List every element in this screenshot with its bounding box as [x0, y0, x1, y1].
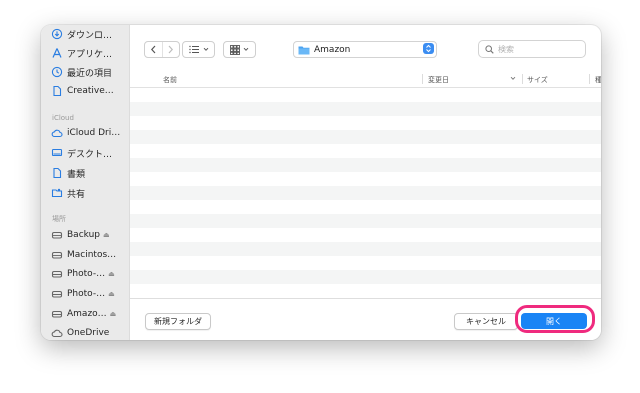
list-row	[130, 172, 601, 186]
list-row	[130, 130, 601, 144]
list-row	[130, 186, 601, 200]
sidebar-item-label: 最近の項目	[67, 68, 113, 79]
list-view-button[interactable]	[182, 41, 215, 58]
column-header: 名前 変更日 サイズ 種	[130, 71, 601, 88]
sidebar-item-label: Amazo…	[67, 309, 107, 319]
list-row	[130, 214, 601, 228]
list-row	[130, 116, 601, 130]
list-row	[130, 284, 601, 298]
sidebar-section-icloud: iCloud	[52, 114, 74, 122]
search-field[interactable]: 検索	[478, 40, 586, 58]
list-row	[130, 242, 601, 256]
column-size[interactable]: サイズ	[527, 75, 548, 85]
sidebar-item-label: Creative…	[67, 86, 114, 96]
folder-icon	[298, 45, 310, 55]
toolbar: Amazon 検索	[130, 25, 601, 71]
chevron-right-icon	[168, 45, 174, 54]
list-row	[130, 270, 601, 284]
sidebar-item-macintosh[interactable]: Macintos…	[51, 247, 129, 263]
drive-icon	[51, 249, 63, 261]
sidebar-item-amazon[interactable]: Amazo… ⏏	[51, 306, 129, 322]
grid-view-icon	[230, 44, 240, 55]
sidebar-item-creative[interactable]: Creative…	[51, 83, 129, 99]
shared-folder-icon	[51, 187, 63, 199]
drive-icon	[51, 268, 63, 280]
recents-clock-icon	[51, 66, 63, 78]
chevron-down-icon	[203, 47, 208, 51]
sidebar-item-label: Photo-…	[67, 289, 106, 299]
chevron-left-icon	[150, 45, 156, 54]
sidebar-item-shared[interactable]: 共有	[51, 185, 129, 201]
back-forward-group	[144, 41, 180, 58]
list-row	[130, 144, 601, 158]
column-separator[interactable]	[522, 74, 523, 84]
list-row	[130, 88, 601, 102]
applications-icon	[51, 47, 63, 59]
sidebar-item-label: ダウンロ…	[67, 30, 113, 41]
list-row	[130, 200, 601, 214]
highlight-annotation	[515, 305, 595, 333]
popup-stepper-icon	[423, 43, 434, 54]
file-list[interactable]	[130, 88, 601, 298]
sidebar-item-label: 共有	[67, 189, 86, 200]
eject-icon[interactable]: ⏏	[110, 310, 117, 318]
sort-chevron-icon	[510, 75, 516, 83]
new-folder-button[interactable]: 新規フォルダ	[145, 313, 211, 330]
eject-icon[interactable]: ⏏	[108, 270, 115, 278]
cancel-button[interactable]: キャンセル	[454, 313, 518, 330]
sidebar-item-recents[interactable]: 最近の項目	[51, 64, 129, 80]
sidebar-item-photo-2[interactable]: Photo-… ⏏	[51, 286, 129, 302]
document-icon	[51, 167, 63, 179]
list-row	[130, 228, 601, 242]
list-row	[130, 256, 601, 270]
drive-icon	[51, 229, 63, 241]
sidebar-item-backup[interactable]: Backup ⏏	[51, 227, 129, 243]
search-icon	[485, 44, 494, 54]
sidebar-item-label: Macintos…	[67, 250, 117, 260]
eject-icon[interactable]: ⏏	[103, 231, 110, 239]
drive-icon	[51, 308, 63, 320]
sidebar-item-onedrive[interactable]: OneDrive	[51, 325, 129, 340]
column-separator[interactable]	[589, 74, 590, 84]
sidebar-item-label: Backup	[67, 230, 100, 240]
sidebar-item-photo-1[interactable]: Photo-… ⏏	[51, 266, 129, 282]
column-kind[interactable]: 種	[595, 75, 601, 85]
sidebar-item-label: 書類	[67, 169, 86, 180]
column-separator[interactable]	[422, 74, 423, 84]
sidebar-item-icloud-drive[interactable]: iCloud Dri…	[51, 125, 129, 141]
group-view-button[interactable]	[223, 41, 256, 58]
search-placeholder: 検索	[498, 44, 514, 54]
chevron-down-icon	[243, 47, 249, 51]
cloud-icon	[51, 327, 63, 339]
column-name[interactable]: 名前	[163, 75, 177, 85]
eject-icon[interactable]: ⏏	[108, 290, 115, 298]
list-view-icon	[188, 45, 199, 54]
document-icon	[51, 85, 63, 97]
sidebar-section-locations: 場所	[52, 215, 66, 223]
sidebar-item-label: Photo-…	[67, 269, 106, 279]
open-file-dialog: ダウンロ… アプリケ… 最近の項目 Creative… iCloud iClou…	[41, 25, 601, 340]
download-icon	[51, 28, 63, 40]
current-folder-name: Amazon	[314, 44, 351, 55]
sidebar-item-label: デスクト…	[67, 149, 113, 160]
sidebar-item-downloads[interactable]: ダウンロ…	[51, 26, 129, 42]
sidebar-item-desktop[interactable]: デスクト…	[51, 145, 129, 161]
location-popup[interactable]: Amazon	[293, 41, 437, 58]
sidebar-item-label: アプリケ…	[67, 49, 113, 60]
back-button[interactable]	[145, 42, 162, 57]
desktop-icon	[51, 147, 63, 159]
list-row	[130, 102, 601, 116]
sidebar-item-documents[interactable]: 書類	[51, 165, 129, 181]
sidebar-item-applications[interactable]: アプリケ…	[51, 45, 129, 61]
column-modified[interactable]: 変更日	[428, 75, 449, 85]
cloud-icon	[51, 127, 63, 139]
sidebar-item-label: iCloud Dri…	[67, 128, 121, 138]
list-row	[130, 158, 601, 172]
sidebar-item-label: OneDrive	[67, 328, 110, 338]
sidebar: ダウンロ… アプリケ… 最近の項目 Creative… iCloud iClou…	[41, 25, 130, 340]
drive-icon	[51, 288, 63, 300]
forward-button[interactable]	[161, 42, 180, 57]
